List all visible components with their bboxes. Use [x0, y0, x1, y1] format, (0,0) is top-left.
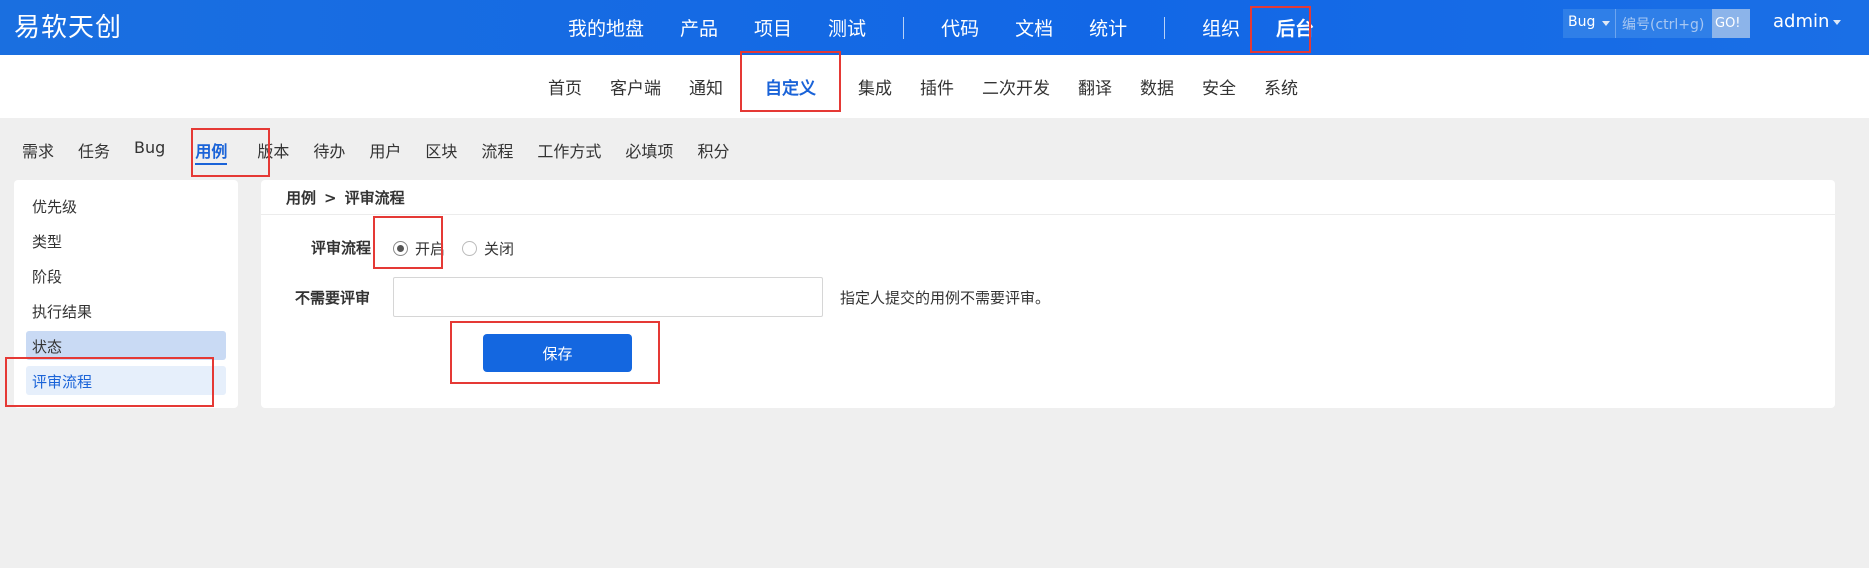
- subnav-home[interactable]: 首页: [534, 74, 596, 99]
- radio-off-label: 关闭: [484, 240, 515, 258]
- subnav-custom[interactable]: 自定义: [737, 74, 844, 99]
- tab-task[interactable]: 任务: [66, 138, 122, 162]
- nav-test[interactable]: 测试: [810, 14, 884, 41]
- radio-review-on[interactable]: 开启: [393, 238, 445, 259]
- nav-stats[interactable]: 统计: [1071, 14, 1145, 41]
- search-go-button[interactable]: GO!: [1712, 9, 1750, 38]
- tab-workmode[interactable]: 工作方式: [525, 138, 613, 162]
- breadcrumb-parent[interactable]: 用例: [286, 189, 316, 207]
- nav-project[interactable]: 项目: [736, 14, 810, 41]
- nav-org[interactable]: 组织: [1184, 14, 1258, 41]
- divider: [261, 214, 1835, 215]
- admin-subnav: 首页 客户端 通知 自定义 集成 插件 二次开发 翻译 数据 安全 系统: [0, 55, 1869, 118]
- app-logo[interactable]: 易软天创: [14, 7, 122, 44]
- side-item-priority[interactable]: 优先级: [26, 191, 226, 220]
- nav-divider: [1164, 16, 1166, 39]
- subnav-plugin[interactable]: 插件: [906, 74, 968, 99]
- breadcrumb-current: 评审流程: [344, 189, 405, 207]
- top-header: 易软天创 我的地盘 产品 项目 测试 代码 文档 统计 组织 后台 Bug 编号…: [0, 0, 1869, 55]
- nav-product[interactable]: 产品: [662, 14, 736, 41]
- nav-doc[interactable]: 文档: [997, 14, 1071, 41]
- no-review-hint: 指定人提交的用例不需要评审。: [840, 289, 1051, 307]
- user-menu[interactable]: admin: [1773, 11, 1842, 32]
- tab-build[interactable]: 版本: [245, 138, 301, 162]
- subnav-client[interactable]: 客户端: [596, 74, 675, 99]
- tab-score[interactable]: 积分: [685, 138, 741, 162]
- side-item-review[interactable]: 评审流程: [26, 366, 226, 395]
- subnav-integration[interactable]: 集成: [844, 74, 906, 99]
- main-panel: 用例 > 评审流程 评审流程 开启 关闭 不需要评审 指定人提交的用例不需要评审。 …: [261, 180, 1835, 408]
- side-item-type[interactable]: 类型: [26, 226, 226, 255]
- subnav-system[interactable]: 系统: [1250, 74, 1312, 99]
- subnav-notify[interactable]: 通知: [675, 74, 737, 99]
- review-flow-label: 评审流程: [311, 239, 372, 257]
- side-menu: 优先级 类型 阶段 执行结果 状态 评审流程: [14, 180, 238, 408]
- subnav-security[interactable]: 安全: [1188, 74, 1250, 99]
- subnav-translate[interactable]: 翻译: [1064, 74, 1126, 99]
- side-item-result[interactable]: 执行结果: [26, 296, 226, 325]
- chevron-down-icon: [1833, 19, 1842, 25]
- side-item-stage[interactable]: 阶段: [26, 261, 226, 290]
- nav-divider: [903, 16, 905, 39]
- tab-flow[interactable]: 流程: [469, 138, 525, 162]
- radio-unchecked-icon: [462, 241, 477, 256]
- radio-checked-icon: [393, 241, 408, 256]
- global-search: Bug 编号(ctrl+g) GO!: [1563, 9, 1750, 38]
- nav-code[interactable]: 代码: [923, 14, 997, 41]
- tab-testcase[interactable]: 用例: [177, 138, 245, 165]
- tab-story[interactable]: 需求: [10, 138, 66, 162]
- search-input[interactable]: 编号(ctrl+g): [1616, 9, 1712, 38]
- module-tabs: 需求 任务 Bug 用例 版本 待办 用户 区块 流程 工作方式 必填项 积分: [10, 138, 741, 165]
- search-type-label: Bug: [1568, 14, 1596, 30]
- no-review-users-input[interactable]: [393, 277, 823, 317]
- nav-my[interactable]: 我的地盘: [550, 14, 662, 41]
- tab-user[interactable]: 用户: [357, 138, 413, 162]
- no-review-label: 不需要评审: [295, 289, 371, 307]
- tab-todo[interactable]: 待办: [301, 138, 357, 162]
- subnav-data[interactable]: 数据: [1126, 74, 1188, 99]
- save-button[interactable]: 保存: [483, 334, 632, 372]
- tab-bug[interactable]: Bug: [122, 138, 177, 162]
- user-name: admin: [1773, 11, 1830, 32]
- tab-block[interactable]: 区块: [413, 138, 469, 162]
- nav-admin[interactable]: 后台: [1258, 14, 1332, 41]
- breadcrumb: 用例 > 评审流程: [286, 187, 405, 208]
- tab-required[interactable]: 必填项: [613, 138, 685, 162]
- radio-review-off[interactable]: 关闭: [462, 238, 514, 259]
- main-nav: 我的地盘 产品 项目 测试 代码 文档 统计 组织 后台: [550, 0, 1332, 55]
- radio-on-label: 开启: [415, 240, 446, 258]
- search-type-select[interactable]: Bug: [1563, 9, 1616, 38]
- subnav-dev[interactable]: 二次开发: [968, 74, 1064, 99]
- side-item-status[interactable]: 状态: [26, 331, 226, 360]
- chevron-down-icon: [1602, 21, 1610, 26]
- chevron-right-icon: >: [324, 189, 337, 207]
